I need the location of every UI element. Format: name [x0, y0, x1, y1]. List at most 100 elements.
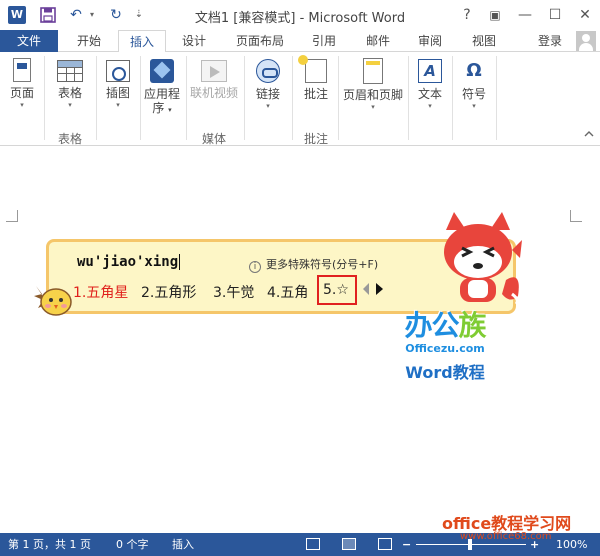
separator [44, 56, 45, 140]
chevron-down-icon: ▾ [428, 102, 432, 110]
separator [140, 56, 141, 140]
page-icon [13, 58, 31, 82]
chick-mascot-icon [34, 286, 72, 316]
comment-icon [298, 55, 327, 83]
tab-mailings[interactable]: 邮件 [358, 30, 398, 52]
text-button[interactable]: A 文本 ▾ [412, 56, 448, 111]
comment-button[interactable]: 批注 [298, 55, 334, 101]
comment-label: 批注 [303, 87, 328, 101]
minimize-button[interactable]: — [512, 3, 538, 27]
tab-insert[interactable]: 插入 [118, 30, 166, 53]
separator [496, 56, 497, 140]
candidate-highlight-box [317, 275, 357, 305]
zoom-level[interactable]: 100% [556, 537, 587, 552]
print-layout-icon[interactable] [342, 538, 356, 550]
save-icon[interactable] [38, 5, 58, 25]
customize-qat-icon[interactable]: ⇣ [132, 5, 146, 25]
chevron-down-icon: ▾ [472, 102, 476, 110]
ime-candidate-4[interactable]: 4.五角 [267, 282, 308, 302]
chevron-down-icon: ▾ [20, 101, 24, 109]
ime-candidate-3[interactable]: 3.午觉 [213, 282, 254, 302]
link-icon [256, 59, 280, 83]
online-video-label: 联机视频 [189, 86, 238, 100]
word-count[interactable]: 0 个字 [116, 537, 149, 552]
ribbon-display-options-button[interactable]: ▣ [482, 3, 508, 27]
collapse-ribbon-icon[interactable] [584, 130, 594, 141]
apps-label: 应用程 [143, 87, 180, 101]
pages-label: 页面 [9, 86, 34, 100]
logo-text-a: 办公 [404, 309, 459, 342]
ime-next-page-icon[interactable] [376, 283, 383, 295]
officezu-watermark: 办公族 Officezu.com Word教程 [390, 304, 500, 383]
ribbon-insert: 页面 ▾ 表格 ▾ 表格 插图 ▾ 应用程 序 ▾ 联机视频 媒体 链接 ▾ 批… [0, 52, 600, 146]
symbols-label: 符号 [461, 87, 486, 101]
redo-icon[interactable]: ↻ [106, 5, 126, 25]
links-button[interactable]: 链接 ▾ [250, 56, 286, 111]
help-button[interactable]: ? [454, 3, 480, 27]
window-title: 文档1 [兼容模式] - Microsoft Word [194, 11, 406, 26]
tab-design[interactable]: 设计 [172, 30, 216, 52]
apps-button[interactable]: 应用程 序 ▾ [142, 56, 182, 117]
text-caret [179, 254, 181, 270]
web-layout-icon[interactable] [378, 538, 392, 550]
separator [338, 56, 339, 140]
apps-label-line2-text: 序 [152, 101, 165, 115]
text-label: 文本 [417, 87, 442, 101]
group-label-media: 媒体 [201, 132, 226, 146]
tab-review[interactable]: 审阅 [410, 30, 450, 52]
illustrations-label: 插图 [105, 86, 130, 100]
table-button[interactable]: 表格 ▾ [50, 56, 90, 110]
read-mode-icon[interactable] [306, 538, 320, 550]
undo-dropdown-icon[interactable]: ▾ [86, 5, 98, 25]
ime-candidate-2[interactable]: 2.五角形 [141, 282, 196, 302]
pages-button[interactable]: 页面 ▾ [4, 56, 40, 110]
group-label-comment: 批注 [303, 132, 328, 146]
word-app-icon[interactable]: W [8, 6, 26, 24]
ime-composition-text: wu'jiao'xing [77, 254, 181, 270]
ime-pinyin: wu'jiao'xing [77, 254, 179, 270]
login-link[interactable]: 登录 [538, 30, 562, 52]
apps-icon [150, 59, 174, 83]
header-footer-button[interactable]: 页眉和页脚 ▾ [340, 56, 406, 112]
insert-mode[interactable]: 插入 [172, 537, 194, 552]
site-watermark-url: www.office68.com [460, 531, 552, 542]
ime-hint[interactable]: i 更多特殊符号(分号+F) [249, 256, 378, 273]
tab-page-layout[interactable]: 页面布局 [228, 30, 292, 52]
separator [408, 56, 409, 140]
undo-icon[interactable]: ↶ [66, 5, 86, 25]
ime-candidate-1[interactable]: 1.五角星 [73, 282, 128, 302]
header-footer-icon [363, 58, 383, 84]
zoom-out-icon[interactable]: − [402, 537, 411, 552]
watermark-url: Officezu.com [405, 342, 485, 355]
page-count[interactable]: 第 1 页，共 1 页 [8, 537, 91, 552]
symbols-button[interactable]: Ω 符号 ▾ [456, 56, 492, 111]
header-footer-label: 页眉和页脚 [342, 88, 403, 102]
tab-home[interactable]: 开始 [68, 30, 110, 52]
separator [186, 56, 187, 140]
separator [452, 56, 453, 140]
tab-view[interactable]: 视图 [462, 30, 506, 52]
tab-file[interactable]: 文件 [0, 30, 58, 52]
chevron-down-icon: ▾ [266, 102, 270, 110]
separator [96, 56, 97, 140]
symbol-icon: Ω [466, 60, 482, 81]
document-page[interactable] [0, 147, 600, 533]
separator [244, 56, 245, 140]
officezu-logo: 办公族 [390, 304, 500, 344]
tab-references[interactable]: 引用 [304, 30, 344, 52]
illustrations-button[interactable]: 插图 ▾ [100, 56, 136, 110]
ime-prev-page-icon[interactable] [363, 283, 369, 295]
maximize-button[interactable]: ☐ [542, 3, 568, 27]
ribbon-tabs: 文件 开始 插入 设计 页面布局 引用 邮件 审阅 视图 登录 [0, 30, 600, 53]
separator [292, 56, 293, 140]
table-label: 表格 [57, 86, 82, 100]
info-icon: i [249, 261, 261, 273]
ime-hint-text: 更多特殊符号(分号+F) [266, 258, 379, 271]
close-button[interactable]: ✕ [572, 3, 598, 27]
logo-text-b: 族 [458, 309, 487, 342]
apps-label-line2: 序 ▾ [142, 101, 182, 117]
online-video-icon [201, 60, 227, 82]
margin-corner-top-right [570, 210, 582, 222]
text-icon: A [418, 59, 442, 83]
avatar[interactable] [576, 31, 596, 51]
